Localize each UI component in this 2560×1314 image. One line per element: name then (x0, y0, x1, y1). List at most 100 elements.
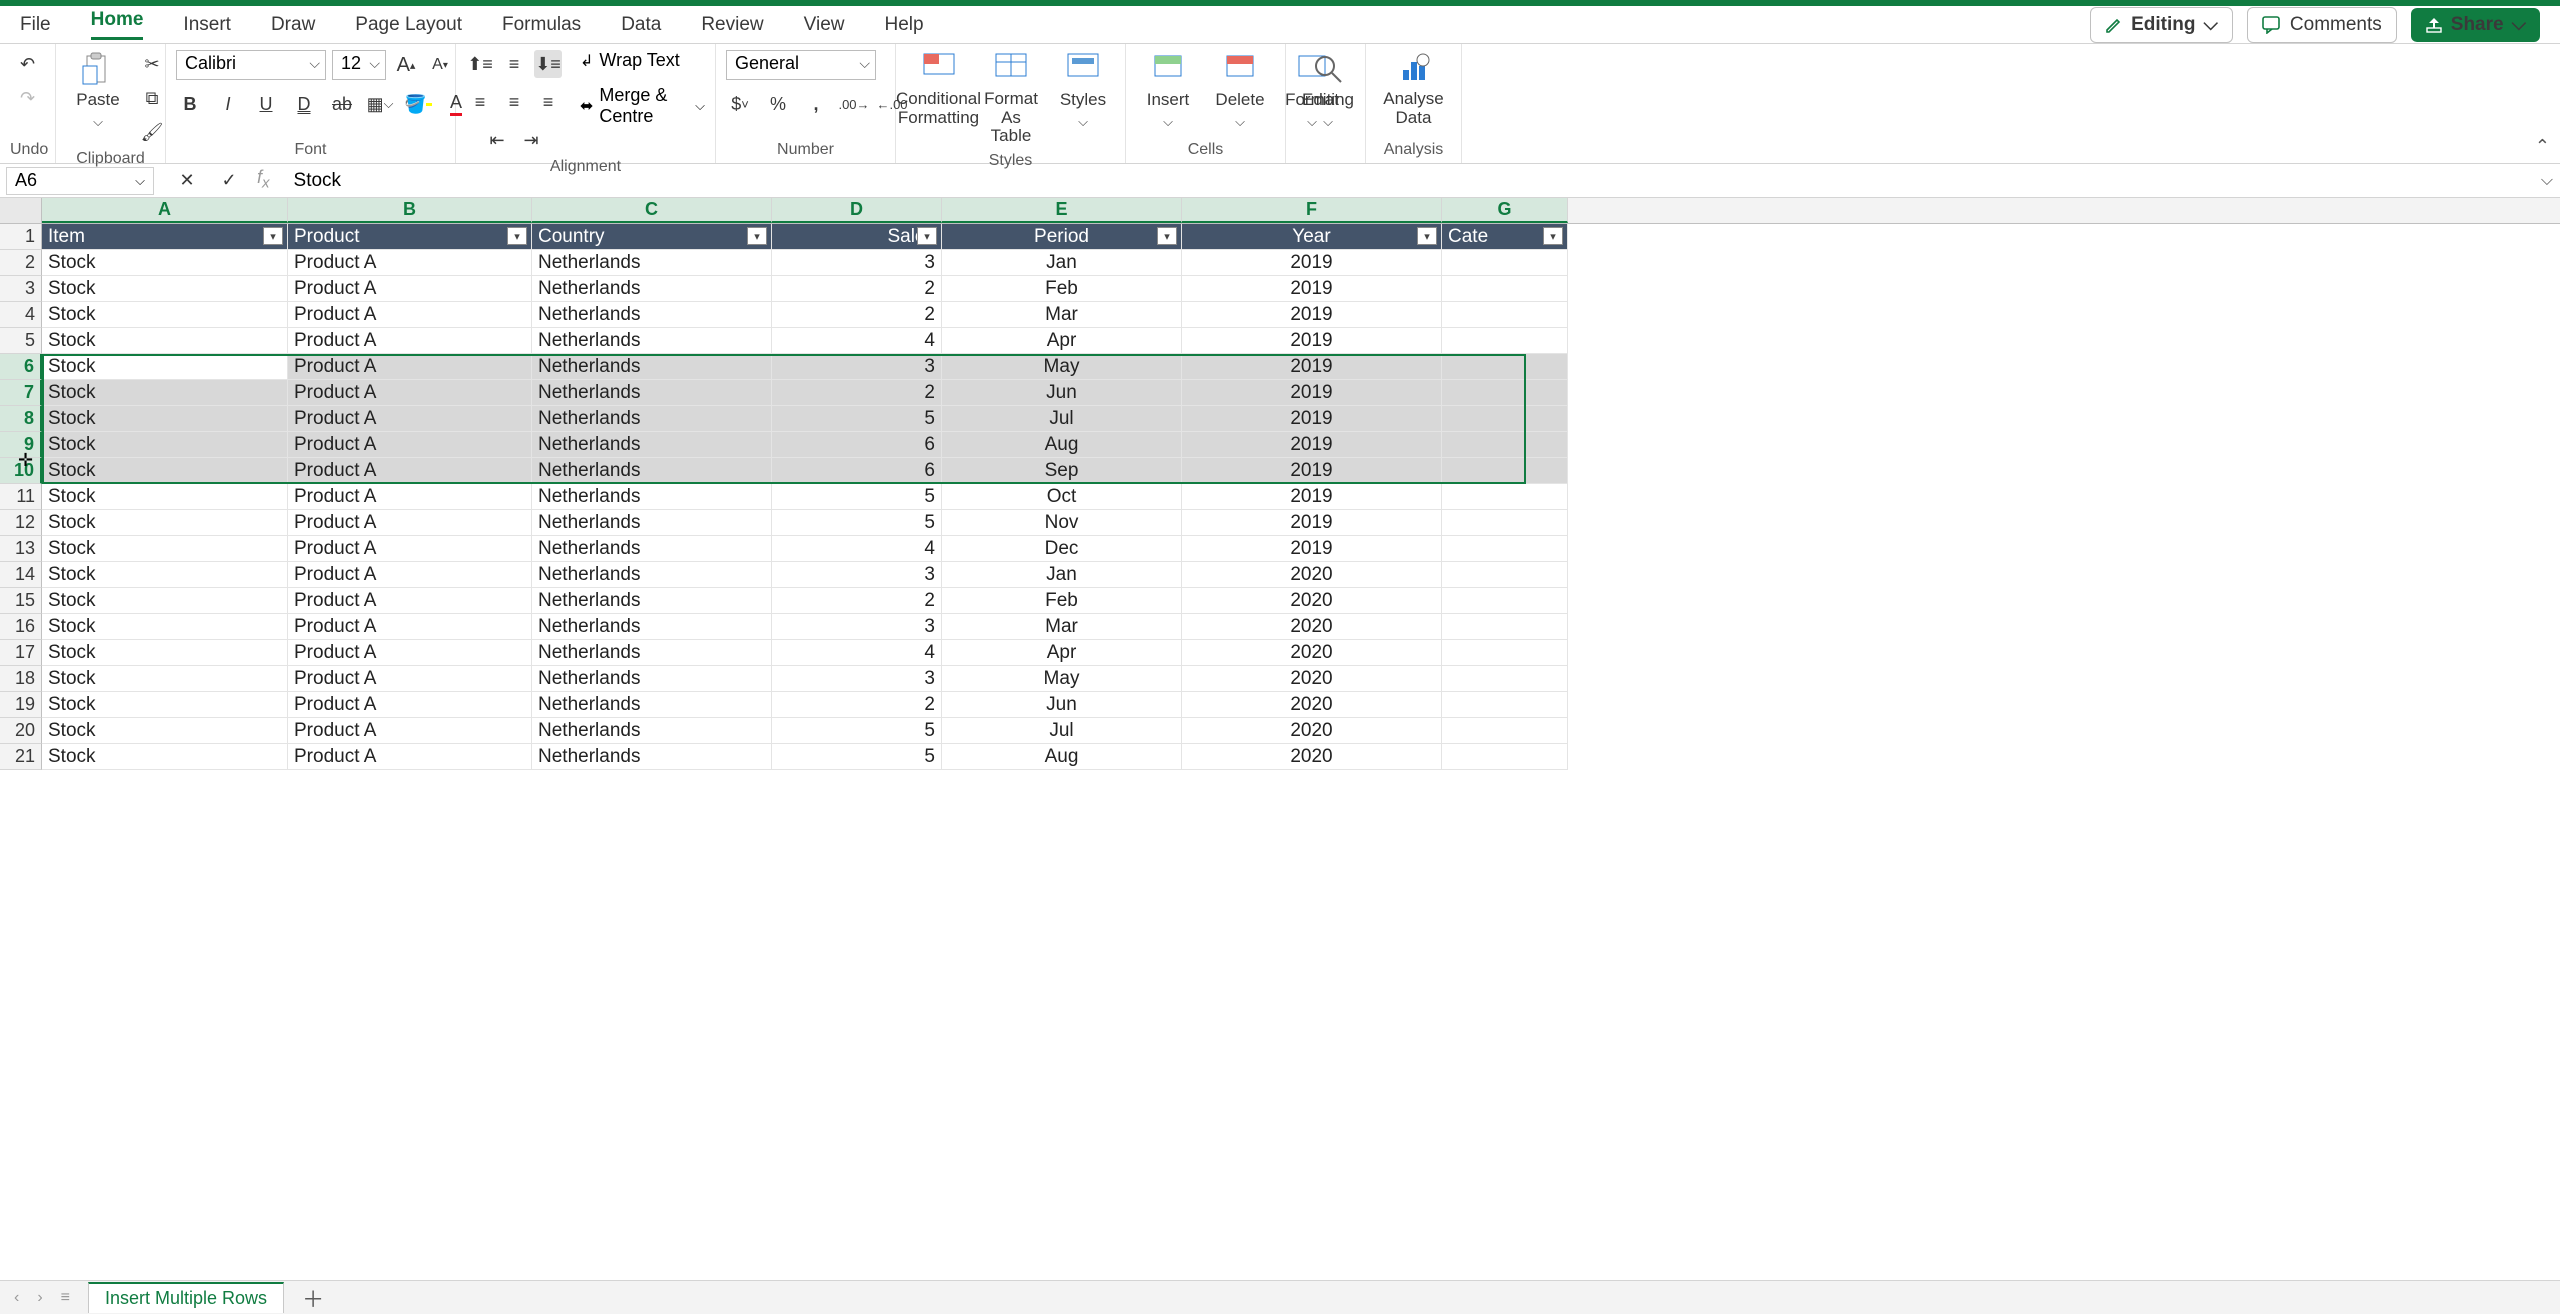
cell[interactable] (1442, 276, 1568, 302)
cell[interactable]: Jun (942, 692, 1182, 718)
cell[interactable]: Product A (288, 614, 532, 640)
filter-button[interactable]: ▾ (507, 227, 527, 245)
comments-button[interactable]: Comments (2247, 7, 2397, 43)
cancel-formula-button[interactable]: ✕ (173, 167, 201, 195)
column-header-F[interactable]: F (1182, 198, 1442, 223)
cell[interactable]: Stock (42, 302, 288, 328)
cell[interactable]: Period▾ (942, 224, 1182, 250)
cell[interactable]: May (942, 354, 1182, 380)
cell[interactable]: Product A (288, 302, 532, 328)
cell[interactable]: Product▾ (288, 224, 532, 250)
cell[interactable] (1442, 510, 1568, 536)
cell[interactable]: 2020 (1182, 666, 1442, 692)
share-button[interactable]: Share ⌵ (2411, 8, 2540, 42)
cell[interactable]: Year▾ (1182, 224, 1442, 250)
row-header[interactable]: 15 (0, 588, 42, 614)
cell[interactable]: Netherlands (532, 458, 772, 484)
cell[interactable]: Aug (942, 432, 1182, 458)
cell[interactable]: Stock (42, 666, 288, 692)
align-right-button[interactable]: ≡ (534, 88, 562, 116)
cell[interactable]: 2020 (1182, 692, 1442, 718)
cell[interactable]: Jan (942, 562, 1182, 588)
cell[interactable]: Stock (42, 380, 288, 406)
cell[interactable]: Jun (942, 380, 1182, 406)
cell[interactable] (1442, 640, 1568, 666)
cell[interactable]: Product A (288, 250, 532, 276)
cell[interactable]: 2019 (1182, 328, 1442, 354)
cell[interactable]: Stock (42, 328, 288, 354)
conditional-formatting-button[interactable]: Conditional Formatting (906, 50, 971, 129)
menu-tab-draw[interactable]: Draw (271, 14, 315, 36)
cell[interactable]: Netherlands (532, 588, 772, 614)
cell[interactable]: 5 (772, 406, 942, 432)
cell[interactable]: Product A (288, 276, 532, 302)
format-as-table-button[interactable]: Format As Table (979, 50, 1043, 148)
cell[interactable]: Product A (288, 354, 532, 380)
cell[interactable] (1442, 380, 1568, 406)
cell[interactable]: Product A (288, 510, 532, 536)
cell[interactable]: 2019 (1182, 302, 1442, 328)
cell[interactable]: Stock (42, 276, 288, 302)
cell[interactable]: Jul (942, 406, 1182, 432)
cell[interactable]: 6 (772, 458, 942, 484)
cell[interactable]: 5 (772, 718, 942, 744)
cell[interactable]: 5 (772, 510, 942, 536)
cell[interactable]: Product A (288, 562, 532, 588)
cell[interactable]: Stock (42, 562, 288, 588)
cell[interactable]: 2019 (1182, 432, 1442, 458)
filter-button[interactable]: ▾ (1157, 227, 1177, 245)
row-header[interactable]: 5 (0, 328, 42, 354)
select-all-corner[interactable] (0, 198, 42, 223)
row-header[interactable]: 16 (0, 614, 42, 640)
cell[interactable] (1442, 718, 1568, 744)
cell[interactable]: May (942, 666, 1182, 692)
cell[interactable]: Netherlands (532, 744, 772, 770)
decrease-indent-button[interactable]: ⇤ (483, 126, 511, 154)
cell[interactable] (1442, 406, 1568, 432)
increase-indent-button[interactable]: ⇥ (517, 126, 545, 154)
row-header[interactable]: 12 (0, 510, 42, 536)
cell[interactable]: Stock (42, 432, 288, 458)
cell[interactable]: 2019 (1182, 536, 1442, 562)
cell[interactable] (1442, 458, 1568, 484)
row-header[interactable]: 13 (0, 536, 42, 562)
menu-tab-help[interactable]: Help (884, 14, 923, 36)
cell[interactable]: 3 (772, 250, 942, 276)
row-header[interactable]: 19 (0, 692, 42, 718)
cell[interactable]: 4 (772, 328, 942, 354)
name-box[interactable]: A6⌵ (6, 167, 154, 195)
cell[interactable]: Netherlands (532, 432, 772, 458)
row-header[interactable]: 17 (0, 640, 42, 666)
decrease-font-button[interactable]: A▾ (426, 51, 454, 79)
row-header[interactable]: 4 (0, 302, 42, 328)
cell[interactable]: 2020 (1182, 744, 1442, 770)
cell[interactable]: Feb (942, 276, 1182, 302)
cell[interactable]: Sales▾ (772, 224, 942, 250)
strikethrough-button[interactable]: ab (328, 90, 356, 118)
cell[interactable]: 2 (772, 380, 942, 406)
menu-tab-formulas[interactable]: Formulas (502, 14, 581, 36)
row-header[interactable]: 10 (0, 458, 42, 484)
next-sheet-button[interactable]: › (37, 1289, 42, 1307)
insert-cells-button[interactable]: Insert⌵ (1136, 50, 1200, 132)
column-header-G[interactable]: G (1442, 198, 1568, 223)
cell[interactable]: Netherlands (532, 640, 772, 666)
cell[interactable]: 4 (772, 536, 942, 562)
cell[interactable]: Product A (288, 692, 532, 718)
cell[interactable]: Product A (288, 328, 532, 354)
cell[interactable]: Netherlands (532, 276, 772, 302)
column-header-A[interactable]: A (42, 198, 288, 223)
double-underline-button[interactable]: D (290, 90, 318, 118)
row-header[interactable]: 6 (0, 354, 42, 380)
cell[interactable]: 3 (772, 562, 942, 588)
cell[interactable]: 5 (772, 484, 942, 510)
cell[interactable]: Netherlands (532, 536, 772, 562)
cell[interactable]: Netherlands (532, 666, 772, 692)
menu-tab-data[interactable]: Data (621, 14, 661, 36)
align-middle-button[interactable]: ≡ (500, 50, 528, 78)
cell[interactable]: Product A (288, 588, 532, 614)
delete-cells-button[interactable]: Delete⌵ (1208, 50, 1272, 132)
cell[interactable]: Stock (42, 614, 288, 640)
enter-formula-button[interactable]: ✓ (215, 167, 243, 195)
cell-styles-button[interactable]: Styles ⌵ (1051, 50, 1115, 132)
